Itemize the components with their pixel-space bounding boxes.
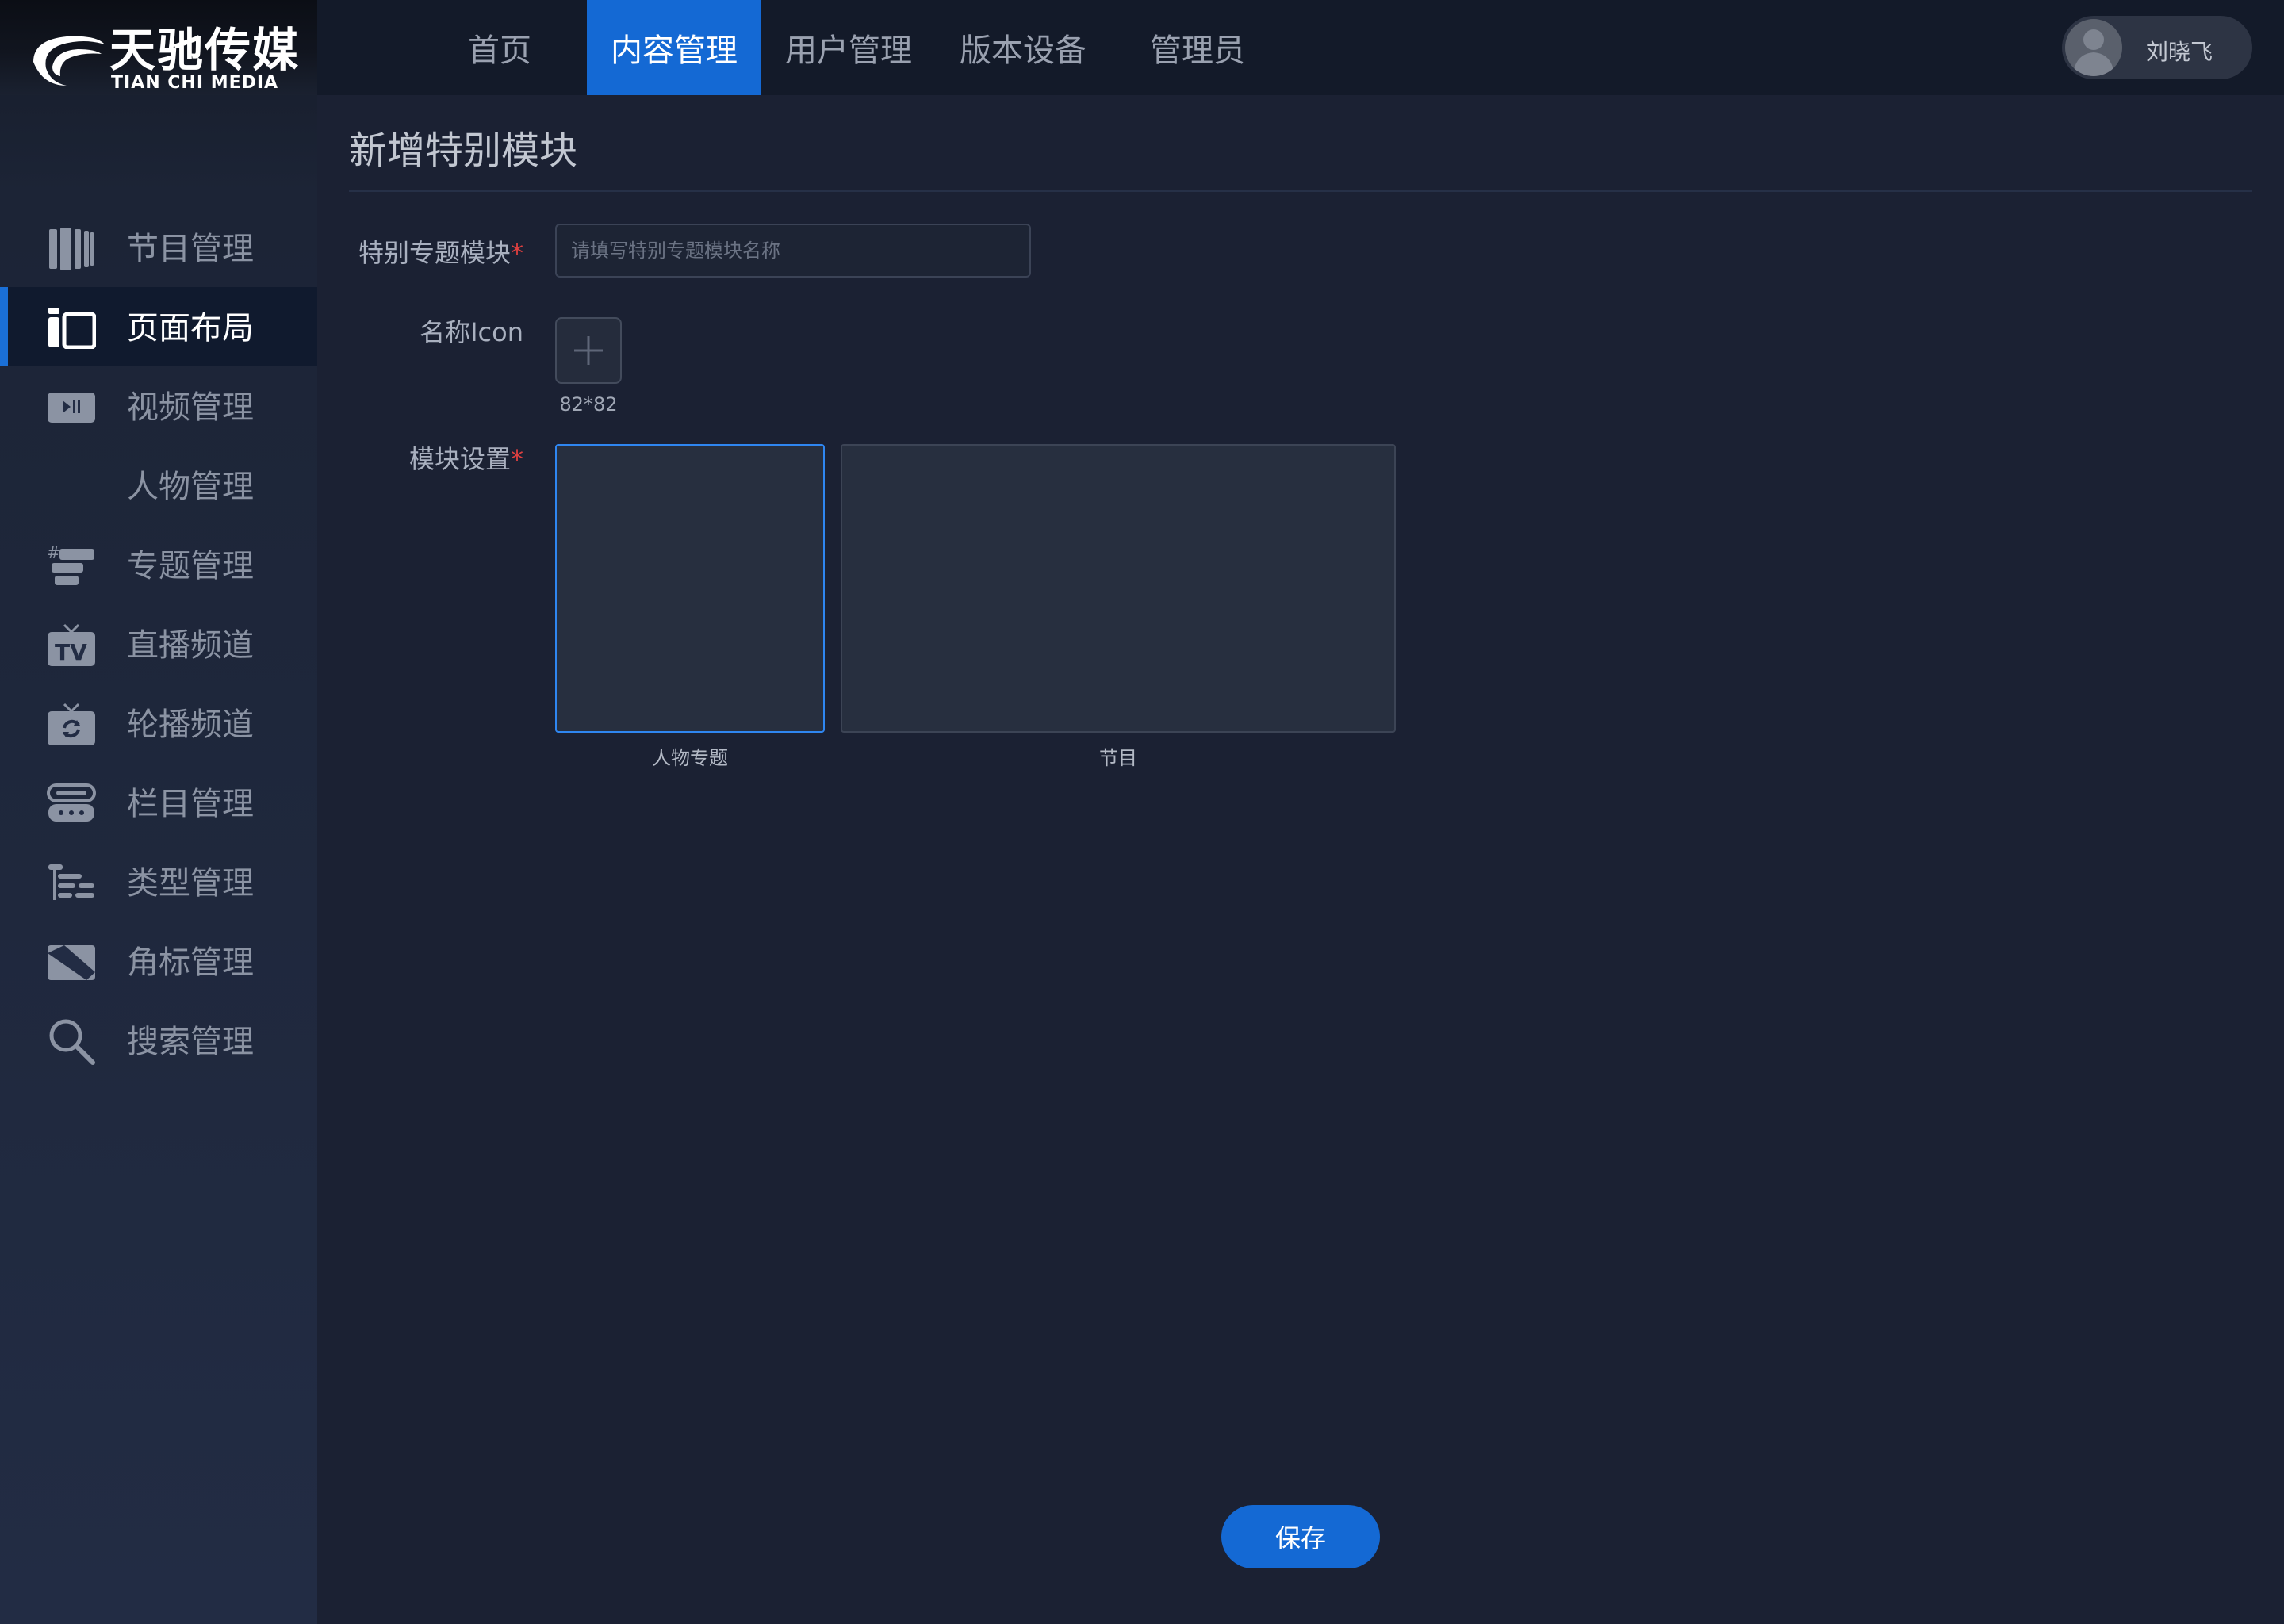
tab-version-devices[interactable]: 版本设备 [936, 0, 1110, 95]
module-name-input[interactable] [555, 224, 1031, 278]
tab-home[interactable]: 首页 [412, 0, 587, 95]
sidebar-item-topic[interactable]: # 专题管理 [0, 525, 317, 604]
sidebar-item-label: 搜索管理 [127, 1024, 254, 1060]
sidebar-item-carousel[interactable]: 轮播频道 [0, 684, 317, 763]
required-mark: * [511, 238, 523, 268]
sidebar-nav: 节目管理 页面布局 视频管理 人物管理 # 专题管理 TV 直播频道 轮播频道 … [0, 208, 317, 1080]
sidebar-item-label: 类型管理 [127, 865, 254, 902]
module-name-label: 特别专题模块* [301, 233, 523, 270]
required-mark: * [511, 444, 523, 474]
title-divider [349, 190, 2252, 192]
sidebar-item-label: 直播频道 [127, 627, 254, 664]
sidebar-item-type[interactable]: 类型管理 [0, 842, 317, 921]
sidebar-item-live[interactable]: TV 直播频道 [0, 604, 317, 684]
module-option-caption: 节目 [1099, 747, 1137, 769]
sidebar-item-layout[interactable]: 页面布局 [0, 287, 317, 366]
user-menu[interactable]: 刘晓飞 [2062, 16, 2252, 79]
icon-upload-button[interactable] [555, 317, 622, 384]
module-option-person-topic[interactable] [555, 444, 825, 733]
corner-badge-icon [46, 942, 97, 982]
layout-icon [46, 308, 97, 349]
sidebar-item-label: 栏目管理 [127, 786, 254, 822]
sidebar-item-label: 节目管理 [127, 231, 254, 267]
module-settings-label: 模块设置* [301, 439, 523, 476]
sidebar-item-label: 角标管理 [127, 944, 254, 981]
program-icon [46, 228, 97, 270]
brand-logo: 天驰传媒 TIAN CHI MEDIA [0, 0, 317, 95]
module-option-program[interactable] [841, 444, 1396, 733]
sidebar-item-program[interactable]: 节目管理 [0, 208, 317, 287]
sidebar-item-label: 视频管理 [127, 389, 254, 426]
sidebar-item-column[interactable]: 栏目管理 [0, 763, 317, 842]
sidebar-item-label: 专题管理 [127, 548, 254, 584]
top-nav: 首页 内容管理 用户管理 版本设备 管理员 刘晓飞 [317, 0, 2284, 95]
brand-name-en: TIAN CHI MEDIA [111, 73, 279, 93]
page-title: 新增特别模块 [349, 128, 578, 173]
svg-text:#: # [47, 544, 60, 562]
tab-admin[interactable]: 管理员 [1110, 0, 1285, 95]
save-button[interactable]: 保存 [1221, 1505, 1380, 1568]
sidebar-item-search[interactable]: 搜索管理 [0, 1001, 317, 1080]
icon-size-hint: 82*82 [559, 393, 618, 416]
type-tree-icon [46, 863, 97, 902]
svg-text:TV: TV [55, 639, 87, 665]
icon-label-text: 名称Icon [420, 317, 523, 347]
carousel-tv-icon [46, 703, 97, 745]
module-name-label-text: 特别专题模块 [358, 238, 511, 268]
module-option-caption: 人物专题 [652, 747, 728, 769]
sidebar: 天驰传媒 TIAN CHI MEDIA 节目管理 页面布局 视频管理 人物管理 … [0, 0, 317, 1624]
search-icon [46, 1019, 97, 1065]
column-icon [46, 783, 97, 823]
sidebar-item-person[interactable]: 人物管理 [0, 446, 317, 525]
sidebar-item-label: 人物管理 [127, 469, 254, 505]
user-name: 刘晓飞 [2146, 39, 2213, 65]
tv-icon: TV [46, 623, 97, 666]
tab-content-management[interactable]: 内容管理 [587, 0, 761, 95]
module-settings-label-text: 模块设置 [408, 444, 511, 474]
topic-icon: # [46, 544, 97, 585]
logo-mark-icon [33, 36, 105, 86]
plus-icon [574, 336, 603, 365]
icon-label: 名称Icon [301, 312, 523, 349]
sidebar-item-label: 轮播频道 [127, 707, 254, 743]
sidebar-item-label: 页面布局 [127, 310, 254, 347]
tab-user-management[interactable]: 用户管理 [761, 0, 936, 95]
brand-name-cn: 天驰传媒 [109, 23, 301, 77]
sidebar-item-video[interactable]: 视频管理 [0, 366, 317, 446]
sidebar-item-badge[interactable]: 角标管理 [0, 921, 317, 1001]
user-avatar-icon [2065, 19, 2122, 76]
video-icon [46, 387, 97, 427]
